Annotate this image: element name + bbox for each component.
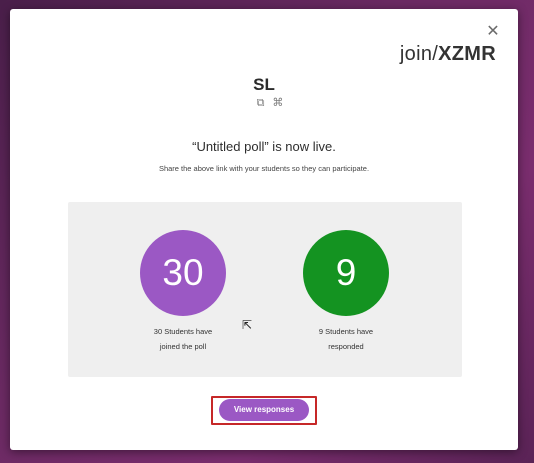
responded-count-circle: 9 bbox=[303, 230, 389, 316]
joined-caption-line1: 30 Students have bbox=[153, 327, 213, 336]
join-code: XZMR bbox=[438, 43, 496, 65]
presenter-name: SL bbox=[253, 75, 275, 94]
joined-caption-line2: joined the poll bbox=[159, 342, 207, 351]
joined-count-circle: 30 bbox=[140, 230, 226, 316]
close-icon[interactable]: ✕ bbox=[486, 24, 500, 40]
view-responses-button[interactable]: View responses bbox=[219, 399, 309, 421]
join-link: join/XZMR bbox=[400, 43, 496, 66]
responded-caption: 9 Students have responded bbox=[286, 324, 406, 354]
poll-live-title: “Untitled poll” is now live. bbox=[192, 139, 336, 154]
share-instructions: Share the above link with your students … bbox=[158, 164, 370, 173]
joined-caption: 30 Students have joined the poll bbox=[123, 324, 243, 354]
mouse-cursor-icon: ⇱ bbox=[242, 318, 253, 332]
link-actions: ⧉ ⌘ bbox=[250, 97, 290, 109]
responded-caption-line2: responded bbox=[328, 342, 364, 351]
stats-panel: 30 9 30 Students have joined the poll 9 … bbox=[68, 202, 462, 377]
copy-icon[interactable]: ⧉ bbox=[257, 97, 265, 109]
join-prefix: join/ bbox=[399, 43, 439, 65]
command-icon[interactable]: ⌘ bbox=[272, 97, 283, 109]
poll-live-modal: ✕ join/XZMR SL ⧉ ⌘ “Untitled poll” is no… bbox=[10, 9, 518, 450]
responded-caption-line1: 9 Students have bbox=[318, 327, 374, 336]
